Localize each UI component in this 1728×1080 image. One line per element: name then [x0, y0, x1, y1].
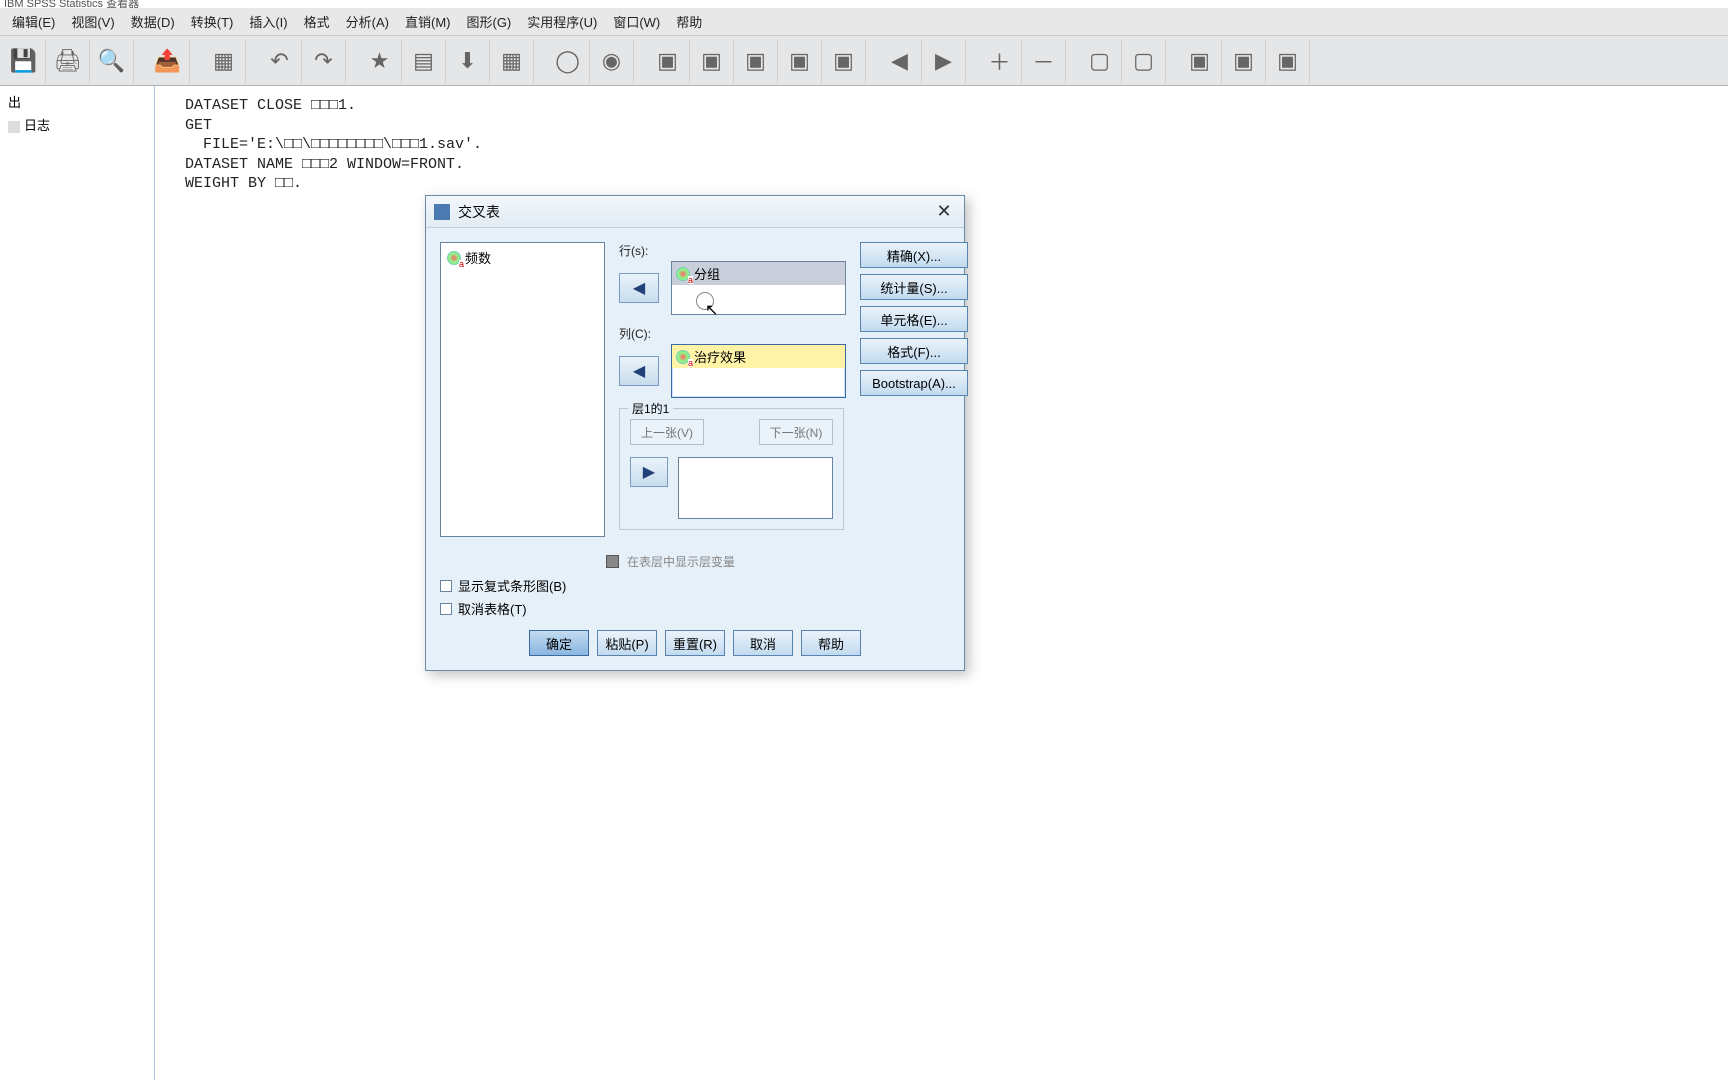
- bar-chart-checkbox[interactable]: [440, 580, 452, 592]
- statistics-button[interactable]: 统计量(S)...: [860, 274, 968, 300]
- window-title-bar: IBM SPSS Statistics 查看器: [0, 0, 1728, 8]
- layer-frame: 层1的1 上一张(V) 下一张(N) ▶: [619, 408, 844, 530]
- menu-help[interactable]: 帮助: [668, 8, 710, 35]
- bootstrap-button[interactable]: Bootstrap(A)...: [860, 370, 968, 396]
- rows-list[interactable]: 分组: [671, 261, 846, 315]
- menu-graph[interactable]: 图形(G): [458, 8, 519, 35]
- var-type-nominal-icon: [447, 251, 461, 265]
- goto-case-icon[interactable]: ▤: [402, 39, 446, 83]
- menu-transform[interactable]: 转换(T): [183, 8, 242, 35]
- menu-direct[interactable]: 直销(M): [397, 8, 459, 35]
- print-icon[interactable]: 🖨: [46, 39, 90, 83]
- menu-view[interactable]: 视图(V): [63, 8, 122, 35]
- outline-node-log-label: 日志: [24, 118, 50, 133]
- cols-list[interactable]: 治疗效果: [671, 344, 846, 398]
- chart1-icon[interactable]: ▣: [646, 39, 690, 83]
- recall-icon[interactable]: ▦: [202, 39, 246, 83]
- chart4-icon[interactable]: ▣: [778, 39, 822, 83]
- dim2-icon[interactable]: ▢: [1122, 39, 1166, 83]
- menu-edit[interactable]: 编辑(E): [4, 8, 63, 35]
- shape1-icon[interactable]: ◯: [546, 39, 590, 83]
- paste-button[interactable]: 粘贴(P): [597, 630, 657, 656]
- layer-list[interactable]: [678, 457, 833, 519]
- crosstabs-dialog: 交叉表 ✕ 频数 行(s): ◀ 分组: [425, 195, 965, 671]
- undo-icon[interactable]: ↶: [258, 39, 302, 83]
- redo-icon[interactable]: ↷: [302, 39, 346, 83]
- shape2-icon[interactable]: ◉: [590, 39, 634, 83]
- menu-window[interactable]: 窗口(W): [605, 8, 668, 35]
- bar-chart-label: 显示复式条形图(B): [458, 576, 566, 595]
- source-var-item[interactable]: 频数: [445, 247, 600, 268]
- layer-title: 层1的1: [628, 400, 673, 417]
- cols-var-label: 治疗效果: [694, 347, 746, 366]
- zoom-in-icon[interactable]: ＋: [978, 39, 1022, 83]
- menu-util[interactable]: 实用程序(U): [519, 8, 605, 35]
- menu-insert[interactable]: 插入(I): [241, 8, 295, 35]
- reset-button[interactable]: 重置(R): [665, 630, 725, 656]
- layer-show-checkbox: [606, 555, 619, 568]
- outline-pane[interactable]: 出 日志: [0, 86, 155, 1080]
- layer-next-button[interactable]: 下一张(N): [759, 419, 833, 445]
- source-variable-list[interactable]: 频数: [440, 242, 605, 537]
- menu-data[interactable]: 数据(D): [123, 8, 183, 35]
- syntax-output: DATASET CLOSE □□□1. GET FILE='E:\□□\□□□□…: [155, 86, 1728, 204]
- cancel-button[interactable]: 取消: [733, 630, 793, 656]
- chart3-icon[interactable]: ▣: [734, 39, 778, 83]
- log-icon: [8, 121, 20, 133]
- win1-icon[interactable]: ▣: [1178, 39, 1222, 83]
- dialog-titlebar[interactable]: 交叉表 ✕: [426, 196, 964, 228]
- cols-var-item[interactable]: 治疗效果: [672, 345, 845, 368]
- zoom-out-icon[interactable]: －: [1022, 39, 1066, 83]
- layer-show-label: 在表层中显示层变量: [627, 553, 735, 570]
- menu-analyze[interactable]: 分析(A): [338, 8, 397, 35]
- menu-bar: 编辑(E) 视图(V) 数据(D) 转换(T) 插入(I) 格式 分析(A) 直…: [0, 8, 1728, 36]
- rows-var-item[interactable]: 分组: [672, 262, 845, 285]
- rows-label: 行(s):: [619, 242, 846, 259]
- exact-button[interactable]: 精确(X)...: [860, 242, 968, 268]
- outline-node-log[interactable]: 日志: [4, 113, 150, 136]
- close-icon[interactable]: ✕: [932, 201, 956, 222]
- insert-case-icon[interactable]: ▦: [490, 39, 534, 83]
- win3-icon[interactable]: ▣: [1266, 39, 1310, 83]
- suppress-tables-label: 取消表格(T): [458, 599, 527, 618]
- dim1-icon[interactable]: ▢: [1078, 39, 1122, 83]
- chart5-icon[interactable]: ▣: [822, 39, 866, 83]
- dialog-button-row: 确定 粘贴(P) 重置(R) 取消 帮助: [426, 620, 964, 670]
- win2-icon[interactable]: ▣: [1222, 39, 1266, 83]
- menu-format[interactable]: 格式: [296, 8, 338, 35]
- dialog-icon: [434, 204, 450, 220]
- layer-prev-button[interactable]: 上一张(V): [630, 419, 704, 445]
- cells-button[interactable]: 单元格(E)...: [860, 306, 968, 332]
- format-button[interactable]: 格式(F)...: [860, 338, 968, 364]
- nav-back-icon[interactable]: ◀: [878, 39, 922, 83]
- cols-label: 列(C):: [619, 325, 846, 342]
- goto-icon[interactable]: ★: [358, 39, 402, 83]
- source-var-label: 频数: [465, 248, 491, 267]
- move-to-cols-button[interactable]: ◀: [619, 356, 659, 386]
- var-type-nominal-icon: [676, 350, 690, 364]
- chart2-icon[interactable]: ▣: [690, 39, 734, 83]
- insert-var-icon[interactable]: ⬇: [446, 39, 490, 83]
- ok-button[interactable]: 确定: [529, 630, 589, 656]
- outline-node-output[interactable]: 出: [4, 90, 150, 113]
- rows-var-label: 分组: [694, 264, 720, 283]
- save-icon[interactable]: 💾: [2, 39, 46, 83]
- help-button[interactable]: 帮助: [801, 630, 861, 656]
- var-type-nominal-icon: [676, 267, 690, 281]
- export-icon[interactable]: 📤: [146, 39, 190, 83]
- suppress-tables-checkbox[interactable]: [440, 603, 452, 615]
- nav-fwd-icon[interactable]: ▶: [922, 39, 966, 83]
- layer-show-row: 在表层中显示层变量: [426, 545, 964, 574]
- preview-icon[interactable]: 🔍: [90, 39, 134, 83]
- move-to-rows-button[interactable]: ◀: [619, 273, 659, 303]
- dialog-title-text: 交叉表: [458, 202, 500, 222]
- move-to-layer-button[interactable]: ▶: [630, 457, 668, 487]
- toolbar: 💾 🖨 🔍 📤 ▦ ↶ ↷ ★ ▤ ⬇ ▦ ◯ ◉ ▣ ▣ ▣ ▣ ▣ ◀ ▶ …: [0, 36, 1728, 86]
